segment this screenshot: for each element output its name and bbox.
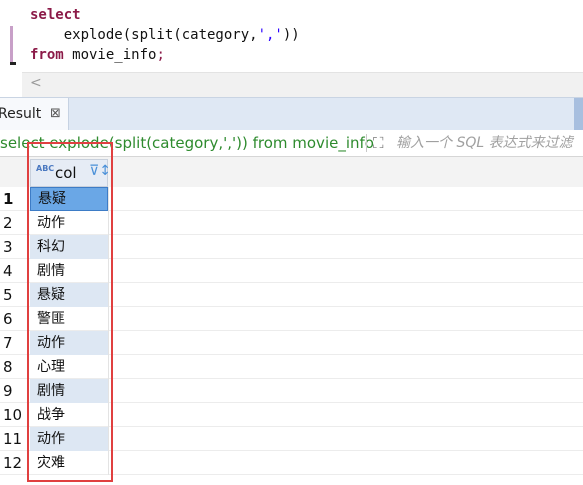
row-number[interactable]: 11 [0, 427, 28, 451]
tab-result-label: Result [0, 106, 42, 122]
cell-col[interactable]: 剧情 [30, 379, 108, 403]
cell-col[interactable]: 悬疑 [30, 187, 108, 211]
query-text: select explode(split(category,',')) from… [0, 134, 374, 152]
table-row[interactable]: 8 心理 [0, 355, 583, 379]
column-divider [108, 259, 109, 283]
column-divider [108, 307, 109, 331]
row-number[interactable]: 10 [0, 403, 28, 427]
column-divider [108, 427, 109, 451]
row-number[interactable]: 6 [0, 307, 28, 331]
table-row[interactable]: 2 动作 [0, 211, 583, 235]
code-line-2: explode(split(category,',')) [30, 25, 300, 45]
grid-rows: 1 悬疑 2 动作 3 科幻 4 剧情 5 悬疑 6 警匪 7 动作 8 心理 9 剧情 10 战争 11 动作 12 灾难 [0, 187, 583, 475]
string-type-icon: ABC [36, 164, 55, 173]
cell-col[interactable]: 战争 [30, 403, 108, 427]
table-row[interactable]: 10 战争 [0, 403, 583, 427]
table-row[interactable]: 11 动作 [0, 427, 583, 451]
code-semicolon: ; [156, 47, 165, 63]
row-number[interactable]: 8 [0, 355, 28, 379]
table-row[interactable]: 4 剧情 [0, 259, 583, 283]
code-function: explode(split(category, [30, 27, 258, 43]
cell-col[interactable]: 科幻 [30, 235, 108, 259]
cell-col[interactable]: 动作 [30, 211, 108, 235]
change-marker [10, 26, 13, 62]
tab-bar-accent [574, 98, 583, 130]
column-divider [108, 331, 109, 355]
row-number[interactable]: 5 [0, 283, 28, 307]
row-number[interactable]: 12 [0, 451, 28, 475]
code-line-3: from movie_info; [30, 45, 300, 65]
sql-code[interactable]: select explode(split(category,',')) from … [30, 5, 300, 65]
table-row[interactable]: 7 动作 [0, 331, 583, 355]
cell-col[interactable]: 心理 [30, 355, 108, 379]
filter-input[interactable] [396, 134, 583, 152]
table-row[interactable]: 3 科幻 [0, 235, 583, 259]
text-cursor [10, 62, 16, 65]
code-table-name: movie_info [63, 47, 157, 63]
column-divider [108, 355, 109, 379]
cell-col[interactable]: 警匪 [30, 307, 108, 331]
horizontal-scrollbar[interactable]: < [22, 72, 583, 97]
close-icon[interactable]: ⊠ [50, 98, 61, 130]
column-divider [108, 283, 109, 307]
code-line-1: select [30, 5, 300, 25]
row-number[interactable]: 2 [0, 211, 28, 235]
row-number[interactable]: 3 [0, 235, 28, 259]
column-divider [108, 451, 109, 475]
column-divider [108, 187, 109, 211]
scroll-left-icon[interactable]: < [30, 75, 42, 91]
column-divider [108, 379, 109, 403]
row-number[interactable]: 1 [0, 187, 28, 211]
cell-col[interactable]: 动作 [30, 427, 108, 451]
column-header-col[interactable]: ABC col ⊽↕ [30, 159, 111, 187]
table-row[interactable]: 5 悬疑 [0, 283, 583, 307]
tab-result[interactable]: Result ⊠ [0, 98, 69, 130]
row-number[interactable]: 4 [0, 259, 28, 283]
row-number[interactable]: 7 [0, 331, 28, 355]
table-row[interactable]: 12 灾难 [0, 451, 583, 475]
code-string: ',' [257, 27, 283, 43]
sql-editor[interactable]: select explode(split(category,',')) from … [0, 0, 583, 97]
cell-col[interactable]: 动作 [30, 331, 108, 355]
table-row[interactable]: 9 剧情 [0, 379, 583, 403]
table-row[interactable]: 6 警匪 [0, 307, 583, 331]
column-divider [108, 211, 109, 235]
keyword-select: select [30, 7, 81, 23]
column-divider [108, 403, 109, 427]
keyword-from: from [30, 47, 64, 63]
cell-col[interactable]: 灾难 [30, 451, 108, 475]
filter-bar: select explode(split(category,',')) from… [0, 130, 583, 157]
row-number[interactable]: 9 [0, 379, 28, 403]
column-name: col [55, 164, 77, 182]
expand-filter-icon[interactable]: ⛶ [373, 134, 384, 152]
cell-col[interactable]: 剧情 [30, 259, 108, 283]
result-grid: ABC col ⊽↕ 1 悬疑 2 动作 3 科幻 4 剧情 5 悬疑 6 警匪 7 动作 8 心理 9 剧情 10… [0, 157, 583, 485]
table-row[interactable]: 1 悬疑 [0, 187, 583, 211]
sort-filter-icon[interactable]: ⊽↕ [89, 163, 111, 179]
code-close-parens: )) [282, 27, 300, 43]
filter-divider [366, 134, 367, 152]
column-divider [108, 235, 109, 259]
cell-col[interactable]: 悬疑 [30, 283, 108, 307]
result-tab-bar: Result ⊠ [0, 97, 583, 130]
